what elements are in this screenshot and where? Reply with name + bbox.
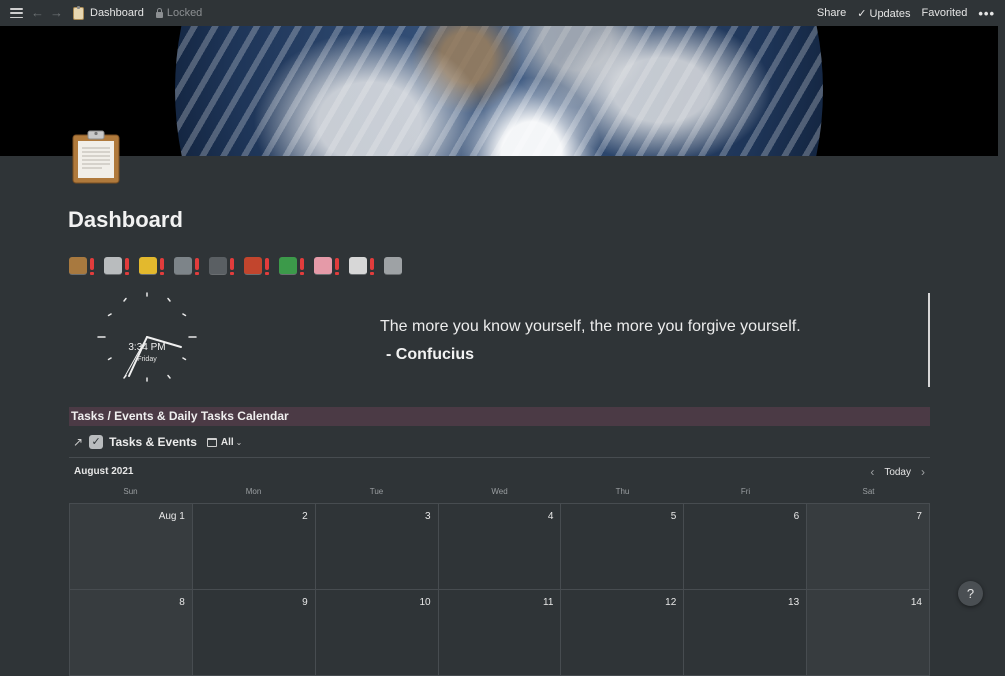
menu-icon[interactable] [10,8,23,18]
notepad-icon[interactable] [384,257,402,275]
day-number: Aug 1 [158,511,185,522]
favorited-button[interactable]: Favorited [921,7,967,19]
weekday-label: Thu [615,487,630,496]
day-number: 8 [179,597,185,608]
clock-time: 3:34 PM [128,342,166,353]
notebook-icon[interactable] [139,257,157,275]
exclamation-icon [195,257,199,275]
clock-face [97,292,197,382]
breadcrumb[interactable]: Dashboard [90,7,144,19]
calendar-grid: Aug 1 2 3 4 5 6 7 8 9 10 11 12 13 14 [69,503,930,676]
calendar-day-cell[interactable]: 6 [684,504,808,590]
lock-icon [155,7,163,18]
day-number: 6 [793,511,800,522]
clipboard-icon[interactable] [72,130,120,184]
more-options-icon[interactable]: ••• [978,6,995,21]
calendar-day-cell[interactable]: 13 [684,590,808,676]
back-arrow-icon[interactable]: ← [31,0,44,26]
clipboard-icon [73,5,84,20]
day-number: 10 [419,597,431,608]
day-number: 3 [425,511,431,522]
day-number: 2 [302,511,308,522]
exclamation-icon [230,257,234,275]
weekday-label: Sun [123,487,138,496]
open-book-icon[interactable] [349,257,367,275]
day-number: 11 [543,597,554,608]
calendar-day-cell[interactable]: 3 [315,504,439,590]
day-number: 7 [916,511,922,522]
top-bar: ← → Dashboard Locked Share ✓ Updates Favo… [0,0,1005,26]
calendar-month-label: August 2021 [74,466,134,477]
updates-label: Updates [869,7,911,20]
icon-link-row [69,255,405,277]
brain-icon[interactable] [314,257,332,275]
phone-book-icon[interactable] [209,257,227,275]
calendar-day-cell[interactable]: 11 [438,590,562,676]
today-button[interactable]: Today [884,467,911,478]
exclamation-icon [160,257,164,275]
exclamation-icon [335,257,339,275]
page-title[interactable]: Dashboard [68,207,183,233]
calendar-day-cell[interactable]: 5 [561,504,685,590]
weekday-label: Sat [862,487,875,496]
weekday-label: Wed [491,487,508,496]
divider [69,457,930,458]
chevron-down-icon[interactable]: ⌄ [236,438,243,447]
quote-text[interactable]: The more you know yourself, the more you… [380,318,801,336]
exclamation-icon [125,257,129,275]
scrollbar[interactable] [998,26,1005,628]
day-number: 5 [670,511,677,522]
analog-clock-widget: 3:34 PM Friday [95,290,199,384]
weekday-header: Sun Mon Tue Wed Thu Fri Sat [69,487,930,496]
clock-day: Friday [137,356,157,363]
exclamation-icon [90,257,94,275]
share-button[interactable]: Share [817,7,846,19]
exclamation-icon [265,257,269,275]
quote-author[interactable]: - Confucius [386,346,474,364]
day-number: 9 [302,597,308,608]
calendar-day-cell[interactable]: 2 [192,504,316,590]
open-link-arrow-icon[interactable]: ↗ [73,435,83,449]
calendar-day-cell[interactable]: 14 [807,590,930,676]
recycle-icon[interactable] [279,257,297,275]
calendar-navigation: ‹ Today › [870,465,925,479]
database-title[interactable]: Tasks & Events [109,435,197,449]
day-number: 12 [665,597,677,608]
calendar-day-cell[interactable]: 9 [192,590,316,676]
calendar-day-cell[interactable]: 10 [315,590,439,676]
checkbox-icon[interactable] [104,257,122,275]
updates-button[interactable]: ✓ Updates [857,7,910,20]
view-selector[interactable]: All [221,437,234,448]
chevron-right-icon[interactable]: › [921,465,925,479]
calendar-day-cell[interactable]: Aug 1 [70,504,193,590]
calendar-icon [206,437,217,447]
weekday-label: Mon [245,487,262,496]
weekday-label: Tue [369,487,384,496]
package-icon[interactable] [69,257,87,275]
calendar-day-cell[interactable]: 4 [438,504,562,590]
exclamation-icon [370,257,374,275]
checkbox-icon: ✓ [89,435,104,449]
earth-cover-image [175,26,823,156]
forward-arrow-icon[interactable]: → [50,0,63,26]
pencil-icon[interactable] [244,257,262,275]
help-button[interactable]: ? [958,581,983,606]
day-number: 13 [788,597,800,608]
calendar-day-cell[interactable]: 7 [807,504,930,590]
day-number: 4 [547,511,554,522]
chevron-left-icon[interactable]: ‹ [870,465,874,479]
quote-divider [928,293,930,387]
weekday-label: Fri [740,487,751,496]
day-number: 14 [910,597,922,608]
exclamation-icon [300,257,304,275]
check-icon: ✓ [857,7,867,20]
section-heading[interactable]: Tasks / Events & Daily Tasks Calendar [69,407,930,426]
lock-label: Locked [166,7,203,19]
database-header: ↗ ✓ Tasks & Events All ⌄ [73,433,242,451]
calendar-day-cell[interactable]: 12 [561,590,685,676]
page-cover[interactable] [0,26,998,156]
locked-indicator[interactable]: Locked [155,7,203,19]
coffee-machine-icon[interactable] [174,257,192,275]
calendar-day-cell[interactable]: 8 [70,590,193,676]
